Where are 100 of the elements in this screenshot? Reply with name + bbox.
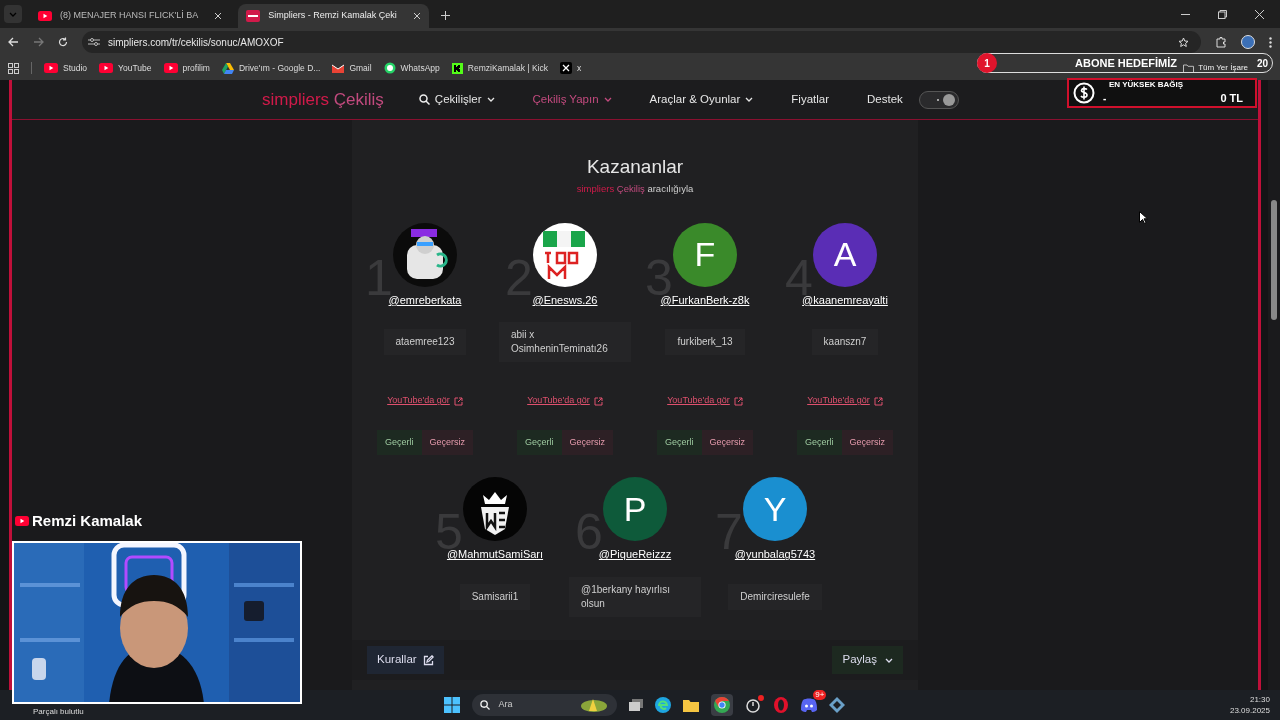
play-icon — [44, 63, 58, 73]
invalid-button[interactable]: Geçersiz — [841, 429, 893, 456]
triangle-icon — [221, 62, 234, 74]
comment-text: kaanszn7 — [811, 329, 879, 356]
bookmark[interactable]: x — [559, 61, 582, 75]
stopwatch-icon[interactable] — [745, 697, 762, 713]
theme-toggle[interactable] — [918, 90, 959, 109]
new-tab-icon[interactable] — [440, 11, 450, 20]
search-icon — [418, 94, 430, 105]
search-icon — [480, 700, 491, 710]
extensions-icon[interactable] — [1215, 36, 1227, 48]
play-icon — [38, 11, 52, 21]
invalid-button[interactable]: Geçersiz — [701, 429, 753, 456]
play-icon — [163, 63, 178, 73]
comment-text: Demirciresulefe — [728, 583, 822, 610]
opera-icon[interactable] — [773, 697, 790, 713]
play-icon — [15, 516, 29, 527]
back-icon[interactable] — [8, 37, 19, 47]
streamer-name: Remzi Kamalak — [32, 511, 143, 531]
scrollbar-thumb[interactable] — [1271, 200, 1277, 320]
comment-text: ataemree123 — [383, 329, 467, 356]
nav-link[interactable]: Çekiliş Yapın — [532, 90, 612, 109]
taskbar-search-field[interactable]: Ara — [472, 694, 618, 716]
nav-link[interactable]: Çekilişler — [418, 90, 495, 109]
bookmark[interactable]: profilim — [163, 61, 210, 75]
bookmark[interactable]: WhatsApp — [383, 61, 440, 75]
youtube-link[interactable]: YouTube'da gör — [527, 394, 603, 408]
tab-title: (8) MENAJER HANSI FLICK'Lİ BA — [60, 9, 199, 23]
forward-icon[interactable] — [33, 37, 44, 47]
chat-bubble-icon — [383, 62, 396, 74]
invalid-button[interactable]: Geçersiz — [561, 429, 613, 456]
menu-icon[interactable] — [1269, 36, 1272, 48]
profile-avatar[interactable] — [1241, 35, 1255, 49]
nav-link[interactable]: Destek — [867, 90, 903, 109]
folder-icon[interactable] — [683, 698, 700, 712]
external-link-icon — [453, 396, 463, 406]
play-icon — [99, 63, 114, 73]
search-placeholder: Ara — [498, 698, 514, 712]
valid-button[interactable]: Geçerli — [377, 429, 422, 456]
external-link-icon — [733, 396, 743, 406]
channel-link[interactable]: @yunbalag5743 — [734, 546, 816, 563]
channel-link[interactable]: @Enesws.26 — [532, 291, 598, 309]
comment-text: @1berkany hayırlısı olsun — [569, 576, 701, 617]
caret-icon — [885, 657, 893, 663]
invalid-button[interactable]: Geçersiz — [421, 429, 473, 456]
caret-icon — [745, 97, 754, 102]
x-logo-icon — [559, 62, 572, 74]
valid-button[interactable]: Geçerli — [517, 429, 562, 456]
channel-link[interactable]: @kaanemreayalti — [802, 291, 888, 309]
task-view-icon[interactable] — [629, 699, 644, 711]
windows-start-icon[interactable] — [444, 697, 461, 713]
edit-icon — [422, 654, 434, 666]
star-icon[interactable] — [1178, 36, 1189, 48]
reload-icon[interactable] — [58, 37, 68, 47]
rules-button[interactable]: Kurallar — [367, 646, 444, 674]
donation-amount: 0 TL — [1220, 90, 1243, 106]
valid-button[interactable]: Geçerli — [797, 429, 842, 456]
caret-icon — [603, 97, 612, 102]
comment-text: Samisarii1 — [459, 583, 531, 610]
bookmark[interactable]: Gmail — [332, 61, 372, 75]
comment-text: furkiberk_13 — [665, 329, 745, 356]
browser-tab[interactable]: Simpliers - Remzi Kamalak Çeki — [238, 4, 429, 28]
envelope-icon — [332, 63, 345, 73]
browser-edge-icon[interactable] — [655, 697, 672, 713]
close-icon[interactable] — [412, 12, 421, 20]
site-icon — [246, 10, 261, 22]
address-field[interactable]: simpliers.com/tr/cekilis/sonuc/AMOXOF — [82, 31, 1201, 53]
close-icon[interactable] — [214, 12, 223, 20]
discord-icon[interactable] — [801, 698, 818, 712]
share-button[interactable]: Paylaş — [832, 646, 903, 674]
bookmark[interactable]: YouTube — [99, 61, 152, 75]
nav-link[interactable]: Araçlar & Oyunlar — [649, 90, 754, 109]
cursor-icon — [1139, 211, 1148, 224]
bookmark[interactable]: RemziKamalak | Kick — [451, 61, 548, 75]
goal-label: ABONE HEDEFİMİZ — [1075, 55, 1178, 71]
apps-grid-icon[interactable] — [8, 62, 19, 74]
youtube-link[interactable]: YouTube'da gör — [807, 394, 883, 408]
nav-link[interactable]: Fiyatlar — [791, 90, 830, 109]
restore-icon[interactable] — [1218, 10, 1227, 19]
diamond-app-icon[interactable] — [829, 697, 846, 713]
donor-name: - — [1103, 91, 1107, 106]
site-logo[interactable]: simpliers Çekiliş — [262, 86, 384, 113]
close-icon[interactable] — [1255, 10, 1264, 19]
page-title: Kazananlar — [586, 155, 684, 179]
bookmark[interactable]: Studio — [44, 61, 88, 75]
bookmark[interactable]: Drive'ım - Google D... — [221, 61, 321, 75]
folder-icon — [1183, 63, 1195, 73]
channel-link[interactable]: @PiqueReizzz — [598, 546, 672, 563]
browser-tab[interactable]: (8) MENAJER HANSI FLICK'Lİ BA — [30, 4, 231, 28]
youtube-link[interactable]: YouTube'da gör — [387, 394, 463, 408]
caret-icon — [486, 97, 495, 102]
clock-time: 21:30 — [1249, 694, 1270, 705]
chrome-icon[interactable] — [711, 694, 734, 716]
valid-button[interactable]: Geçerli — [657, 429, 702, 456]
youtube-link[interactable]: YouTube'da gör — [667, 394, 743, 408]
channel-link[interactable]: @FurkanBerk-z8k — [660, 291, 750, 309]
all-bookmarks[interactable]: Tüm Yer İşare — [1183, 62, 1248, 74]
subtitle-text: simpliers Çekiliş aracılığıyla — [576, 181, 694, 196]
channel-link[interactable]: @MahmutSamiSarı — [446, 546, 544, 563]
weather-text: Parçalı bulutlu — [33, 707, 84, 717]
